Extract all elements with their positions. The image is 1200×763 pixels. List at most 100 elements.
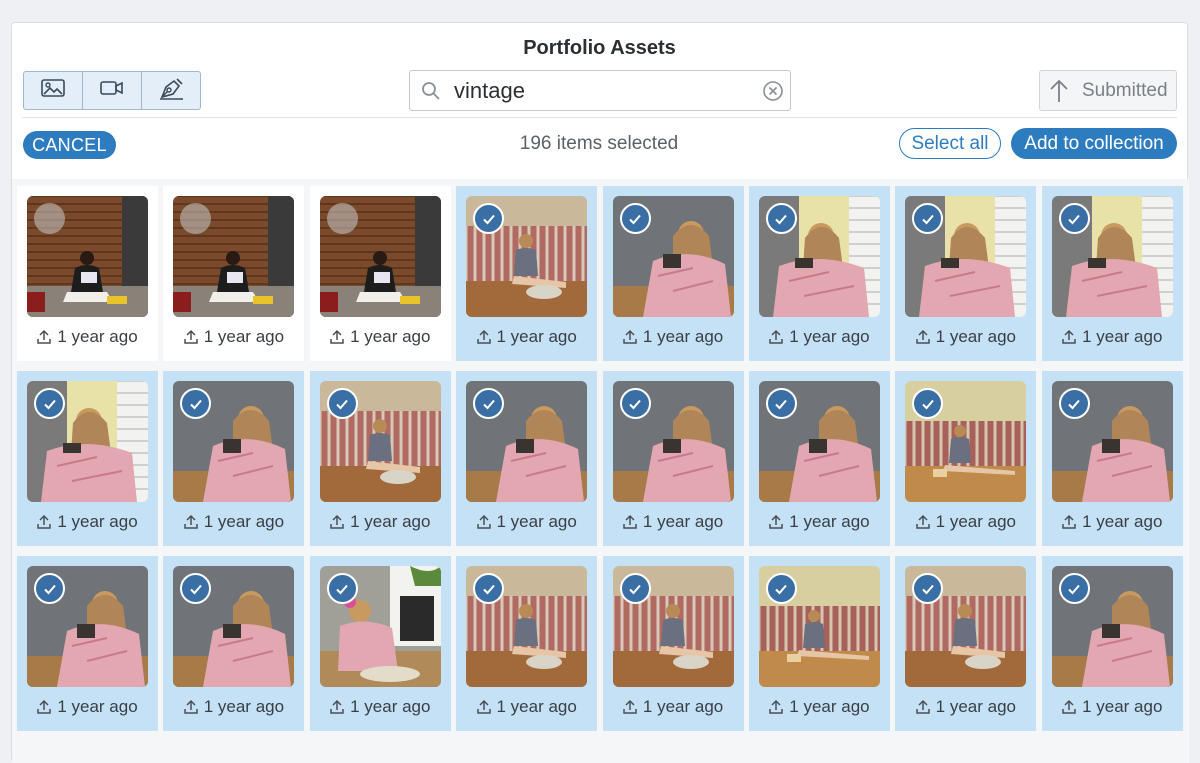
checkmark-icon[interactable] (1058, 573, 1090, 604)
upload-time-label: 1 year ago (789, 697, 870, 716)
checkmark-icon[interactable] (619, 388, 651, 419)
checkmark-icon[interactable] (326, 573, 358, 604)
checkmark-icon[interactable] (765, 388, 797, 419)
asset-tile[interactable]: 1 year ago (1041, 556, 1183, 731)
selection-count: 196 items selected (519, 133, 679, 154)
upload-icon (183, 514, 198, 530)
upload-icon (476, 514, 491, 530)
asset-grid-area: 1 year ago 1 year ago 1 year ago 1 year … (12, 179, 1189, 763)
checkmark-icon[interactable] (473, 203, 505, 234)
upload-time-label: 1 year ago (1082, 327, 1163, 346)
upload-time: 1 year ago (17, 512, 158, 532)
upload-time: 1 year ago (163, 697, 304, 717)
upload-icon (1062, 699, 1076, 715)
upload-time-label: 1 year ago (935, 697, 1017, 716)
upload-time: 1 year ago (163, 512, 304, 532)
asset-tile[interactable]: 1 year ago (748, 371, 890, 546)
checkmark-icon[interactable] (765, 203, 797, 234)
upload-icon (183, 699, 198, 715)
upload-time-label: 1 year ago (642, 327, 724, 346)
asset-grid: 1 year ago 1 year ago 1 year ago 1 year … (17, 186, 1183, 731)
upload-time: 1 year ago (456, 327, 597, 347)
unchecked-circle-icon[interactable] (34, 203, 65, 234)
upload-time-label: 1 year ago (350, 697, 431, 716)
asset-tile[interactable]: 1 year ago (748, 186, 890, 361)
asset-tile[interactable]: 1 year ago (456, 186, 598, 361)
upload-icon (915, 699, 930, 715)
asset-tile[interactable]: 1 year ago (456, 371, 598, 546)
checkmark-icon[interactable] (34, 388, 65, 419)
illustration-icon (157, 75, 185, 106)
asset-tile[interactable]: 1 year ago (309, 556, 451, 731)
asset-tile[interactable]: 1 year ago (602, 186, 744, 361)
upload-icon (623, 514, 637, 530)
upload-time-label: 1 year ago (642, 512, 724, 531)
upload-time: 1 year ago (749, 512, 890, 532)
upload-time: 1 year ago (895, 512, 1036, 532)
arrow-up-icon (1048, 78, 1070, 104)
upload-icon (769, 699, 784, 715)
checkmark-icon[interactable] (1058, 388, 1090, 419)
unchecked-circle-icon[interactable] (326, 203, 358, 234)
upload-icon (330, 514, 344, 530)
video-filter-button[interactable] (83, 72, 142, 109)
video-icon (99, 77, 125, 104)
asset-tile[interactable]: 1 year ago (895, 186, 1037, 361)
select-all-button[interactable]: Select all (899, 128, 1001, 159)
asset-tile[interactable]: 1 year ago (17, 186, 158, 361)
upload-time-label: 1 year ago (203, 327, 285, 346)
upload-time-label: 1 year ago (642, 697, 724, 716)
checkmark-icon[interactable] (326, 388, 358, 419)
media-type-toggle (23, 71, 201, 110)
upload-time-label: 1 year ago (203, 512, 285, 531)
upload-time: 1 year ago (1042, 327, 1183, 347)
upload-time-label: 1 year ago (496, 697, 577, 716)
asset-tile[interactable]: 1 year ago (1041, 371, 1183, 546)
upload-time-label: 1 year ago (935, 512, 1017, 531)
asset-tile[interactable]: 1 year ago (17, 556, 158, 731)
asset-tile[interactable]: 1 year ago (17, 371, 158, 546)
asset-tile[interactable]: 1 year ago (895, 556, 1037, 731)
asset-tile[interactable]: 1 year ago (309, 371, 451, 546)
upload-time: 1 year ago (163, 327, 304, 347)
upload-icon (1062, 329, 1076, 345)
upload-time: 1 year ago (895, 697, 1036, 717)
asset-tile[interactable]: 1 year ago (163, 186, 305, 361)
upload-time: 1 year ago (17, 327, 158, 347)
illustration-filter-button[interactable] (142, 72, 200, 109)
checkmark-icon[interactable] (34, 573, 65, 604)
clear-search-icon[interactable] (762, 80, 784, 102)
upload-time: 1 year ago (17, 697, 158, 717)
upload-icon (37, 699, 52, 715)
asset-tile[interactable]: 1 year ago (748, 556, 890, 731)
asset-tile[interactable]: 1 year ago (309, 186, 451, 361)
asset-tile[interactable]: 1 year ago (602, 371, 744, 546)
upload-icon (183, 329, 198, 345)
asset-tile[interactable]: 1 year ago (163, 371, 305, 546)
checkmark-icon[interactable] (473, 573, 505, 604)
upload-icon (915, 329, 930, 345)
add-to-collection-button[interactable]: Add to collection (1011, 128, 1177, 159)
checkmark-icon[interactable] (765, 573, 797, 604)
upload-icon (623, 329, 637, 345)
submitted-filter-button[interactable]: Submitted (1039, 70, 1177, 111)
cancel-button[interactable]: CANCEL (23, 131, 116, 159)
asset-tile[interactable]: 1 year ago (456, 556, 598, 731)
asset-tile[interactable]: 1 year ago (895, 371, 1037, 546)
upload-time: 1 year ago (456, 697, 597, 717)
image-filter-button[interactable] (24, 72, 83, 109)
asset-tile[interactable]: 1 year ago (1041, 186, 1183, 361)
submitted-label: Submitted (1082, 79, 1168, 101)
page-title: Portfolio Assets (523, 37, 676, 59)
upload-icon (330, 329, 344, 345)
header-divider (22, 117, 1177, 118)
checkmark-icon[interactable] (619, 203, 651, 234)
checkmark-icon[interactable] (1058, 203, 1090, 234)
upload-time-label: 1 year ago (57, 512, 138, 531)
checkmark-icon[interactable] (473, 388, 505, 419)
asset-tile[interactable]: 1 year ago (602, 556, 744, 731)
checkmark-icon[interactable] (619, 573, 651, 604)
search-icon (420, 80, 442, 102)
search-input[interactable] (454, 77, 744, 104)
asset-tile[interactable]: 1 year ago (163, 556, 305, 731)
